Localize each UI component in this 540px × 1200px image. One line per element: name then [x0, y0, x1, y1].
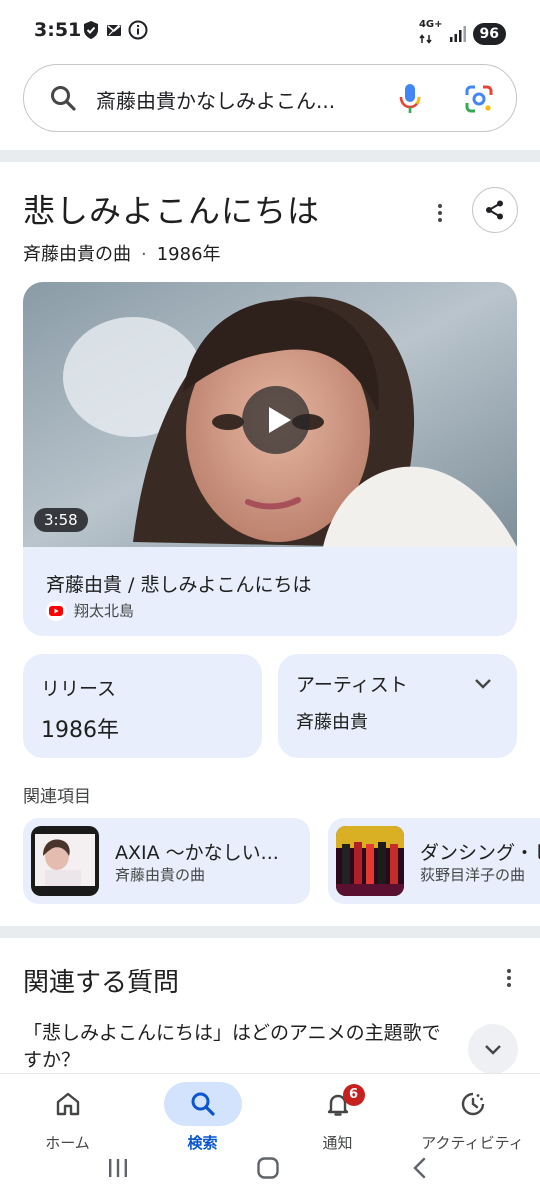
status-icons-left	[82, 20, 148, 40]
page-title: 悲しみよこんにちは	[23, 192, 321, 230]
shield-icon	[84, 21, 98, 39]
expand-button[interactable]	[468, 1024, 518, 1074]
related-item-thumbnail	[336, 826, 404, 896]
video-title[interactable]: 斉藤由貴 / 悲しみよこんにちは	[46, 570, 311, 597]
chevron-down-icon[interactable]	[474, 674, 492, 692]
recent-apps-icon[interactable]	[106, 1156, 130, 1180]
related-label: 関連項目	[23, 787, 91, 807]
channel-row: 翔太北島	[46, 600, 134, 621]
status-icons-right: 4G+ 96	[419, 20, 506, 48]
home-icon	[56, 1092, 79, 1116]
artist-label: アーティスト	[296, 674, 408, 696]
related-item-subtitle: 荻野目洋子の曲	[420, 866, 526, 884]
video-card[interactable]: 3:58 斉藤由貴 / 悲しみよこんにちは 翔太北島	[23, 282, 517, 636]
nav-activity[interactable]: アクティビティ	[405, 1082, 540, 1153]
home-button-icon[interactable]	[256, 1156, 280, 1180]
separator-dot: ·	[141, 244, 147, 265]
microphone-icon[interactable]	[398, 82, 422, 116]
message-icon	[107, 24, 121, 36]
paa-title: 関連する質問	[23, 968, 180, 998]
nav-notifications[interactable]: 6 通知	[270, 1082, 405, 1153]
search-icon	[51, 86, 76, 111]
network-label: 4G+	[418, 19, 443, 30]
nav-search-icon-wrap	[163, 1082, 242, 1126]
search-icon	[191, 1092, 215, 1116]
nav-activity-icon-wrap	[434, 1082, 512, 1126]
subtitle-song[interactable]: 斉藤由貴の曲	[23, 244, 131, 265]
status-bar: 3:51 4G+ 96	[0, 0, 540, 62]
related-item[interactable]: ダンシング・ヒ 荻野目洋子の曲	[328, 818, 540, 904]
section-divider	[0, 926, 540, 938]
youtube-icon	[46, 600, 66, 621]
related-item-subtitle: 斉藤由貴の曲	[115, 866, 206, 884]
search-bar[interactable]: 斎藤由貴かなしみよこん...	[23, 64, 517, 132]
info-icon	[128, 20, 148, 40]
more-options-icon[interactable]	[497, 966, 521, 990]
nav-notifications-icon-wrap: 6	[299, 1082, 377, 1126]
album-cover-image	[336, 826, 404, 896]
related-item[interactable]: AXIA ～かなしい... 斉藤由貴の曲	[23, 818, 310, 904]
signal-icon	[449, 26, 466, 42]
battery-indicator: 96	[472, 23, 506, 45]
share-button[interactable]	[472, 187, 518, 233]
play-button[interactable]	[242, 386, 310, 454]
release-label: リリース	[41, 678, 117, 700]
back-icon[interactable]	[408, 1156, 432, 1180]
artist-card[interactable]: アーティスト 斉藤由貴	[278, 654, 517, 758]
network-indicator: 4G+	[419, 20, 443, 48]
nav-search[interactable]: 検索	[135, 1082, 270, 1153]
video-thumbnail[interactable]: 3:58	[23, 282, 517, 547]
subtitle-year: 1986年	[156, 244, 221, 265]
system-navigation	[0, 1150, 540, 1190]
section-divider	[0, 150, 540, 162]
nav-home[interactable]: ホーム	[0, 1082, 135, 1153]
activity-icon	[461, 1092, 484, 1116]
notification-badge: 6	[342, 1084, 365, 1106]
paa-question[interactable]: 「悲しみよこんにちは」はどのアニメの主題歌ですか？	[23, 1020, 453, 1074]
duration-badge: 3:58	[34, 508, 88, 532]
channel-name: 翔太北島	[74, 602, 135, 620]
related-item-thumbnail	[31, 826, 99, 896]
google-lens-icon[interactable]	[464, 84, 494, 114]
related-item-title: ダンシング・ヒ	[420, 842, 540, 864]
search-input[interactable]: 斎藤由貴かなしみよこん...	[96, 85, 366, 114]
more-options-icon[interactable]	[428, 201, 452, 225]
share-icon	[486, 200, 503, 220]
artist-value: 斉藤由貴	[296, 712, 368, 733]
nav-home-icon-wrap	[29, 1082, 107, 1126]
kp-subtitle: 斉藤由貴の曲 · 1986年	[23, 240, 221, 266]
album-cover-image	[31, 826, 99, 896]
chevron-down-icon	[485, 1045, 501, 1055]
release-value: 1986年	[41, 718, 119, 743]
related-item-title: AXIA ～かなしい...	[115, 842, 279, 864]
release-card: リリース 1986年	[23, 654, 262, 758]
data-arrows-icon	[419, 34, 432, 44]
status-time: 3:51	[34, 19, 82, 41]
